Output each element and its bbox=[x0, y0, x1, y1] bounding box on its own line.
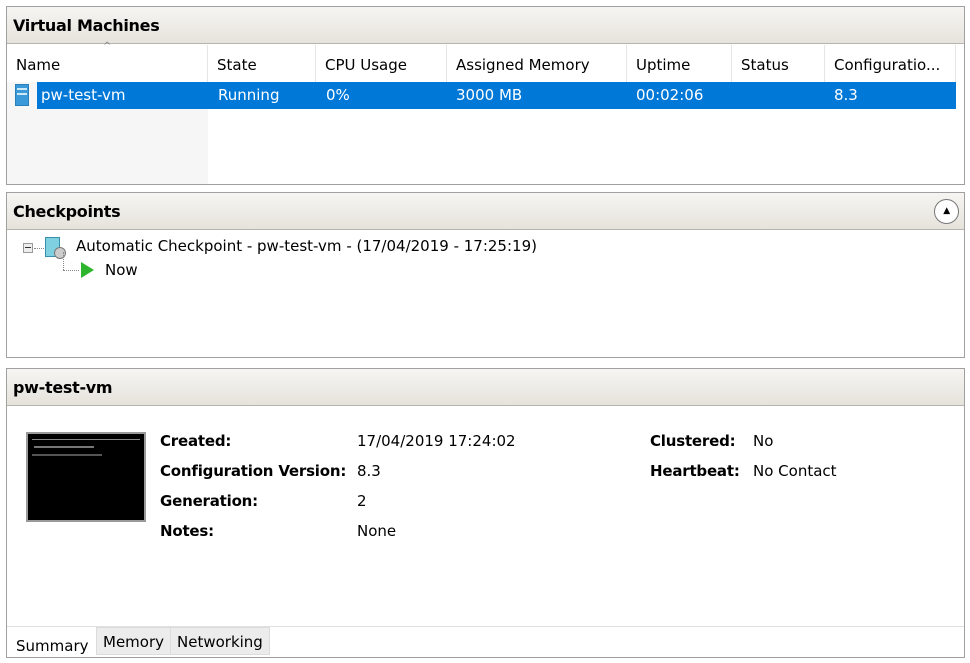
column-header-state[interactable]: State bbox=[208, 45, 316, 82]
generation-label: Generation: bbox=[160, 492, 258, 510]
tree-item-now[interactable]: Now bbox=[57, 252, 157, 282]
now-label: Now bbox=[105, 261, 138, 279]
tree-item[interactable]: Automatic Checkpoint - pw-test-vm - (17/… bbox=[23, 235, 543, 259]
config-version-value: 8.3 bbox=[357, 462, 381, 480]
heartbeat-label: Heartbeat: bbox=[650, 462, 740, 480]
heartbeat-value: No Contact bbox=[753, 462, 837, 480]
config-version-label: Configuration Version: bbox=[160, 462, 347, 480]
column-header-cpu[interactable]: CPU Usage bbox=[316, 45, 447, 82]
panel-header: Checkpoints ▲ bbox=[7, 193, 964, 230]
vm-state: Running bbox=[218, 86, 280, 104]
panel-title: Virtual Machines bbox=[7, 7, 964, 44]
sort-ascending-icon: ^ bbox=[103, 41, 112, 52]
details-panel: pw-test-vm Created: 17/04/2019 17:24:02 … bbox=[6, 368, 965, 658]
vm-thumbnail[interactable] bbox=[26, 432, 146, 522]
clustered-value: No bbox=[753, 432, 774, 450]
chevron-up-icon: ▲ bbox=[943, 206, 950, 216]
generation-value: 2 bbox=[357, 492, 367, 510]
table-row[interactable]: pw-test-vm Running 0% 3000 MB 00:02:06 8… bbox=[7, 82, 956, 109]
column-label: Name bbox=[16, 56, 61, 74]
panel-title: pw-test-vm bbox=[7, 369, 964, 406]
tab-summary[interactable]: Summary bbox=[9, 629, 95, 657]
vm-name: pw-test-vm bbox=[41, 86, 126, 104]
panel-title: Checkpoints bbox=[13, 202, 121, 221]
checkpoints-panel: Checkpoints ▲ Automatic Checkpoint - pw-… bbox=[6, 192, 965, 358]
tab-memory[interactable]: Memory bbox=[96, 627, 172, 655]
clustered-label: Clustered: bbox=[650, 432, 736, 450]
collapse-button[interactable]: ▲ bbox=[934, 199, 959, 224]
collapse-toggle-icon[interactable] bbox=[23, 243, 33, 253]
column-header-uptime[interactable]: Uptime bbox=[627, 45, 732, 82]
virtual-machines-panel: Virtual Machines Name ^ State CPU Usage A… bbox=[6, 6, 965, 185]
created-value: 17/04/2019 17:24:02 bbox=[357, 432, 516, 450]
column-header-name[interactable]: Name ^ bbox=[7, 41, 208, 82]
column-headers: Name ^ State CPU Usage Assigned Memory Up… bbox=[7, 41, 964, 82]
checkpoint-tree: Automatic Checkpoint - pw-test-vm - (17/… bbox=[7, 231, 964, 357]
vm-uptime: 00:02:06 bbox=[636, 86, 704, 104]
tab-bar: Summary Memory Networking bbox=[7, 626, 964, 657]
vm-config: 8.3 bbox=[834, 86, 858, 104]
vm-icon bbox=[15, 84, 29, 106]
vm-cpu: 0% bbox=[326, 86, 350, 104]
notes-value: None bbox=[357, 522, 397, 540]
play-icon bbox=[81, 262, 94, 278]
notes-label: Notes: bbox=[160, 522, 214, 540]
vm-table: Name ^ State CPU Usage Assigned Memory Up… bbox=[7, 41, 964, 184]
column-header-memory[interactable]: Assigned Memory bbox=[447, 45, 627, 82]
tab-networking[interactable]: Networking bbox=[170, 627, 270, 655]
vm-memory: 3000 MB bbox=[456, 86, 523, 104]
column-header-configuration[interactable]: Configuratio... bbox=[825, 45, 956, 82]
clock-icon bbox=[54, 247, 66, 259]
checkpoint-label: Automatic Checkpoint - pw-test-vm - (17/… bbox=[76, 237, 537, 255]
column-header-status[interactable]: Status bbox=[732, 45, 825, 82]
created-label: Created: bbox=[160, 432, 232, 450]
